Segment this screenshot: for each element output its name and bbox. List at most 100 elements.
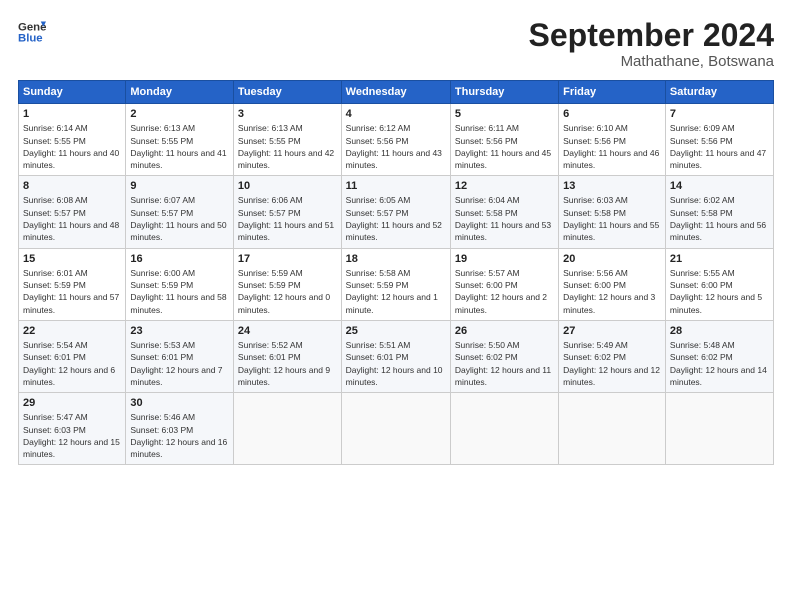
month-title: September 2024 [529, 18, 774, 53]
calendar-day-cell: 5 Sunrise: 6:11 AM Sunset: 5:56 PM Daylig… [450, 104, 558, 176]
calendar-table: SundayMondayTuesdayWednesdayThursdayFrid… [18, 80, 774, 465]
calendar-day-cell: 19 Sunrise: 5:57 AM Sunset: 6:00 PM Dayli… [450, 248, 558, 320]
day-info: Sunrise: 5:47 AM Sunset: 6:03 PM Dayligh… [23, 411, 121, 460]
calendar-day-cell: 12Sunrise: 6:04 AM Sunset: 5:58 PM Dayli… [450, 176, 558, 248]
day-number: 28 [670, 325, 769, 337]
day-number: 1 [23, 108, 121, 120]
day-number: 29 [23, 397, 121, 409]
calendar-day-cell: 28Sunrise: 5:48 AM Sunset: 6:02 PM Dayli… [665, 320, 773, 392]
day-info: Sunrise: 5:59 AM Sunset: 5:59 PM Dayligh… [238, 267, 337, 316]
calendar-day-cell: 23 Sunrise: 5:53 AM Sunset: 6:01 PM Dayli… [126, 320, 234, 392]
day-info: Sunrise: 6:06 AM Sunset: 5:57 PM Dayligh… [238, 194, 337, 243]
calendar-week-row: 1 Sunrise: 6:14 AM Sunset: 5:55 PM Daylig… [19, 104, 774, 176]
day-number: 20 [563, 253, 661, 265]
day-info: Sunrise: 6:02 AM Sunset: 5:58 PM Dayligh… [670, 194, 769, 243]
day-number: 9 [130, 180, 229, 192]
day-number: 13 [563, 180, 661, 192]
title-block: September 2024 Mathathane, Botswana [529, 18, 774, 70]
day-info: Sunrise: 6:03 AM Sunset: 5:58 PM Dayligh… [563, 194, 661, 243]
day-info: Sunrise: 6:11 AM Sunset: 5:56 PM Dayligh… [455, 122, 554, 171]
day-number: 19 [455, 253, 554, 265]
day-info: Sunrise: 5:51 AM Sunset: 6:01 PM Dayligh… [346, 339, 446, 388]
day-number: 25 [346, 325, 446, 337]
day-info: Sunrise: 5:52 AM Sunset: 6:01 PM Dayligh… [238, 339, 337, 388]
day-info: Sunrise: 5:53 AM Sunset: 6:01 PM Dayligh… [130, 339, 229, 388]
day-number: 6 [563, 108, 661, 120]
logo: General Blue [18, 18, 46, 46]
calendar-day-cell: 18 Sunrise: 5:58 AM Sunset: 5:59 PM Dayli… [341, 248, 450, 320]
day-number: 12 [455, 180, 554, 192]
day-number: 27 [563, 325, 661, 337]
calendar-day-cell: 4Sunrise: 6:12 AM Sunset: 5:56 PM Daylig… [341, 104, 450, 176]
calendar-day-cell: 27Sunrise: 5:49 AM Sunset: 6:02 PM Dayli… [559, 320, 666, 392]
calendar-day-cell: 8 Sunrise: 6:08 AM Sunset: 5:57 PM Daylig… [19, 176, 126, 248]
day-number: 30 [130, 397, 229, 409]
calendar-day-cell: 15 Sunrise: 6:01 AM Sunset: 5:59 PM Dayli… [19, 248, 126, 320]
calendar-week-row: 15 Sunrise: 6:01 AM Sunset: 5:59 PM Dayli… [19, 248, 774, 320]
day-number: 22 [23, 325, 121, 337]
calendar-week-row: 8 Sunrise: 6:08 AM Sunset: 5:57 PM Daylig… [19, 176, 774, 248]
calendar-day-cell: 2Sunrise: 6:13 AM Sunset: 5:55 PM Daylig… [126, 104, 234, 176]
day-info: Sunrise: 6:08 AM Sunset: 5:57 PM Dayligh… [23, 194, 121, 243]
location: Mathathane, Botswana [529, 53, 774, 70]
day-number: 16 [130, 253, 229, 265]
column-header-monday: Monday [126, 81, 234, 104]
day-number: 4 [346, 108, 446, 120]
day-info: Sunrise: 6:01 AM Sunset: 5:59 PM Dayligh… [23, 267, 121, 316]
day-info: Sunrise: 5:55 AM Sunset: 6:00 PM Dayligh… [670, 267, 769, 316]
day-number: 17 [238, 253, 337, 265]
column-header-tuesday: Tuesday [233, 81, 341, 104]
calendar-day-cell: 6 Sunrise: 6:10 AM Sunset: 5:56 PM Daylig… [559, 104, 666, 176]
column-header-thursday: Thursday [450, 81, 558, 104]
day-number: 3 [238, 108, 337, 120]
calendar-day-cell: 29 Sunrise: 5:47 AM Sunset: 6:03 PM Dayli… [19, 393, 126, 465]
day-number: 23 [130, 325, 229, 337]
calendar-day-cell: 30 Sunrise: 5:46 AM Sunset: 6:03 PM Dayli… [126, 393, 234, 465]
calendar-day-cell: 11Sunrise: 6:05 AM Sunset: 5:57 PM Dayli… [341, 176, 450, 248]
day-info: Sunrise: 6:13 AM Sunset: 5:55 PM Dayligh… [238, 122, 337, 171]
day-number: 26 [455, 325, 554, 337]
calendar-day-cell: 9Sunrise: 6:07 AM Sunset: 5:57 PM Daylig… [126, 176, 234, 248]
column-header-friday: Friday [559, 81, 666, 104]
day-number: 8 [23, 180, 121, 192]
day-number: 18 [346, 253, 446, 265]
calendar-day-cell: 16 Sunrise: 6:00 AM Sunset: 5:59 PM Dayli… [126, 248, 234, 320]
calendar-day-cell: 24 Sunrise: 5:52 AM Sunset: 6:01 PM Dayli… [233, 320, 341, 392]
day-info: Sunrise: 6:14 AM Sunset: 5:55 PM Dayligh… [23, 122, 121, 171]
calendar-day-cell: 17 Sunrise: 5:59 AM Sunset: 5:59 PM Dayli… [233, 248, 341, 320]
calendar-day-cell: 10 Sunrise: 6:06 AM Sunset: 5:57 PM Dayli… [233, 176, 341, 248]
calendar-header-row: SundayMondayTuesdayWednesdayThursdayFrid… [19, 81, 774, 104]
calendar-week-row: 22Sunrise: 5:54 AM Sunset: 6:01 PM Dayli… [19, 320, 774, 392]
column-header-saturday: Saturday [665, 81, 773, 104]
calendar-day-cell: 21 Sunrise: 5:55 AM Sunset: 6:00 PM Dayli… [665, 248, 773, 320]
day-info: Sunrise: 5:46 AM Sunset: 6:03 PM Dayligh… [130, 411, 229, 460]
calendar-day-cell: 20 Sunrise: 5:56 AM Sunset: 6:00 PM Dayli… [559, 248, 666, 320]
empty-day-cell [559, 393, 666, 465]
calendar-day-cell: 26 Sunrise: 5:50 AM Sunset: 6:02 PM Dayli… [450, 320, 558, 392]
calendar-day-cell: 14Sunrise: 6:02 AM Sunset: 5:58 PM Dayli… [665, 176, 773, 248]
svg-text:Blue: Blue [18, 33, 43, 45]
day-number: 10 [238, 180, 337, 192]
day-info: Sunrise: 5:56 AM Sunset: 6:00 PM Dayligh… [563, 267, 661, 316]
calendar-day-cell: 3 Sunrise: 6:13 AM Sunset: 5:55 PM Daylig… [233, 104, 341, 176]
empty-day-cell [341, 393, 450, 465]
day-number: 5 [455, 108, 554, 120]
day-number: 21 [670, 253, 769, 265]
page-header: General Blue September 2024 Mathathane, … [18, 18, 774, 70]
day-number: 15 [23, 253, 121, 265]
day-number: 2 [130, 108, 229, 120]
logo-icon: General Blue [18, 18, 46, 46]
day-info: Sunrise: 6:00 AM Sunset: 5:59 PM Dayligh… [130, 267, 229, 316]
day-info: Sunrise: 6:10 AM Sunset: 5:56 PM Dayligh… [563, 122, 661, 171]
calendar-day-cell: 1 Sunrise: 6:14 AM Sunset: 5:55 PM Daylig… [19, 104, 126, 176]
day-number: 24 [238, 325, 337, 337]
empty-day-cell [233, 393, 341, 465]
calendar-day-cell: 22Sunrise: 5:54 AM Sunset: 6:01 PM Dayli… [19, 320, 126, 392]
calendar-day-cell: 25 Sunrise: 5:51 AM Sunset: 6:01 PM Dayli… [341, 320, 450, 392]
day-info: Sunrise: 5:58 AM Sunset: 5:59 PM Dayligh… [346, 267, 446, 316]
day-number: 7 [670, 108, 769, 120]
day-info: Sunrise: 5:57 AM Sunset: 6:00 PM Dayligh… [455, 267, 554, 316]
day-info: Sunrise: 5:50 AM Sunset: 6:02 PM Dayligh… [455, 339, 554, 388]
calendar-week-row: 29 Sunrise: 5:47 AM Sunset: 6:03 PM Dayli… [19, 393, 774, 465]
empty-day-cell [665, 393, 773, 465]
